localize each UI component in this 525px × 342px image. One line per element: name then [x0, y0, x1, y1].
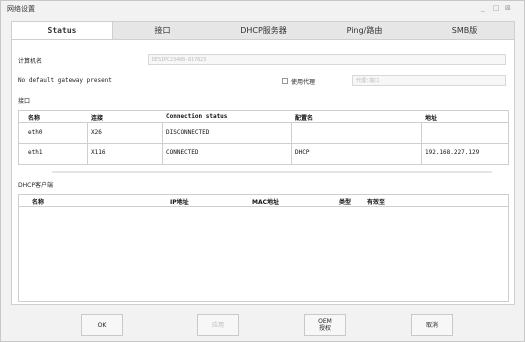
tab-smb[interactable]: SMB版 [415, 22, 514, 39]
table-cell: eth0 [28, 129, 43, 136]
computer-name-field[interactable]: DESIPC23488-817823 [148, 54, 506, 65]
interfaces-table: 名称 连接 Connection status 配置名 地址 eth0 X26 … [18, 110, 509, 165]
table-cell: DISCONNECTED [166, 129, 210, 136]
column-header-connection-status: Connection status [166, 113, 228, 120]
row-divider [19, 143, 508, 144]
header-divider [19, 122, 508, 123]
maximize-icon[interactable]: □ [493, 4, 500, 12]
column-header-config-name: 配置名 [295, 115, 314, 122]
table-cell: 192.168.227.129 [425, 149, 480, 156]
column-header-ip-address: IP地址 [170, 199, 189, 206]
column-header-address: 地址 [425, 115, 438, 122]
network-settings-window: 网络设置 _ □ ⊠ Status 接口 DHCP服务器 Ping/路由 SMB… [0, 0, 525, 342]
ok-button[interactable]: OK [81, 314, 123, 336]
proxy-port-field[interactable]: 代理:端口 [352, 75, 506, 86]
column-header-valid-until: 有效至 [367, 199, 386, 206]
tab-ping-routing[interactable]: Ping/路由 [314, 22, 415, 39]
window-title: 网络设置 [7, 5, 35, 13]
interfaces-label: 接口 [18, 98, 31, 105]
title-bar: 网络设置 _ □ ⊠ [1, 1, 524, 16]
column-header-mac-address: MAC地址 [252, 199, 280, 206]
splitter-handle[interactable] [52, 171, 492, 173]
tab-interface[interactable]: 接口 [112, 22, 213, 39]
column-header-name: 名称 [28, 115, 41, 122]
column-header-type: 类型 [339, 199, 352, 206]
tab-dhcp-server[interactable]: DHCP服务器 [213, 22, 314, 39]
minimize-icon[interactable]: _ [481, 4, 485, 12]
table-cell: X26 [91, 129, 102, 136]
table-cell: eth1 [28, 149, 43, 156]
use-proxy-label: 使用代理 [291, 79, 316, 86]
cancel-button[interactable]: 取消 [411, 314, 453, 336]
use-proxy-checkbox[interactable] [282, 78, 288, 84]
column-header-name: 名称 [32, 199, 45, 206]
table-cell: X116 [91, 149, 106, 156]
computer-name-label: 计算机名 [18, 58, 43, 65]
header-divider [19, 206, 508, 207]
dhcp-client-label: DHCP客户端 [18, 182, 53, 189]
column-header-connection: 连接 [91, 115, 104, 122]
table-cell: CONNECTED [166, 149, 199, 156]
oem-button-line2: 授权 [318, 325, 331, 332]
oem-button-line1: OEM [318, 318, 332, 325]
table-cell: DHCP [295, 149, 310, 156]
gateway-status-text: No default gateway present [18, 77, 112, 84]
dhcp-clients-table: 名称 IP地址 MAC地址 类型 有效至 [18, 194, 509, 302]
tab-bar: Status 接口 DHCP服务器 Ping/路由 SMB版 [11, 21, 515, 40]
oem-authorization-button[interactable]: OEM 授权 [304, 314, 346, 336]
close-icon[interactable]: ⊠ [505, 4, 511, 12]
apply-button[interactable]: 应用 [197, 314, 239, 336]
status-panel: 计算机名 DESIPC23488-817823 No default gatew… [11, 40, 515, 305]
tab-status[interactable]: Status [12, 22, 113, 39]
